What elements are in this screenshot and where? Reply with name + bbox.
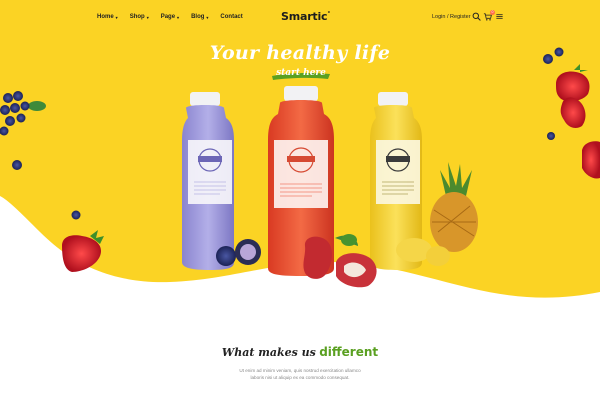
- section-title: What makes us different: [0, 345, 600, 359]
- rose-apples: [303, 234, 377, 288]
- hero-artwork: [0, 47, 600, 288]
- section-title-emphasis: What makes us: [221, 346, 316, 359]
- blueberry-juice-bottle[interactable]: [182, 92, 234, 270]
- section-title-highlight: different: [319, 345, 379, 359]
- section-description-line: Ut enim ad minim veniam, quis nostrud ex…: [239, 368, 361, 373]
- page: Home ▾ Shop ▾ Page ▾ Blog ▾ Contact Smar…: [0, 0, 600, 400]
- strawberries-right: [543, 47, 600, 179]
- blueberries-cluster-left: [0, 91, 81, 220]
- strawberry-left: [62, 230, 104, 272]
- section-description-line: laboris nisi ut aliquip ex ea commodo co…: [250, 375, 350, 380]
- section-description: Ut enim ad minim veniam, quis nostrud ex…: [200, 367, 400, 381]
